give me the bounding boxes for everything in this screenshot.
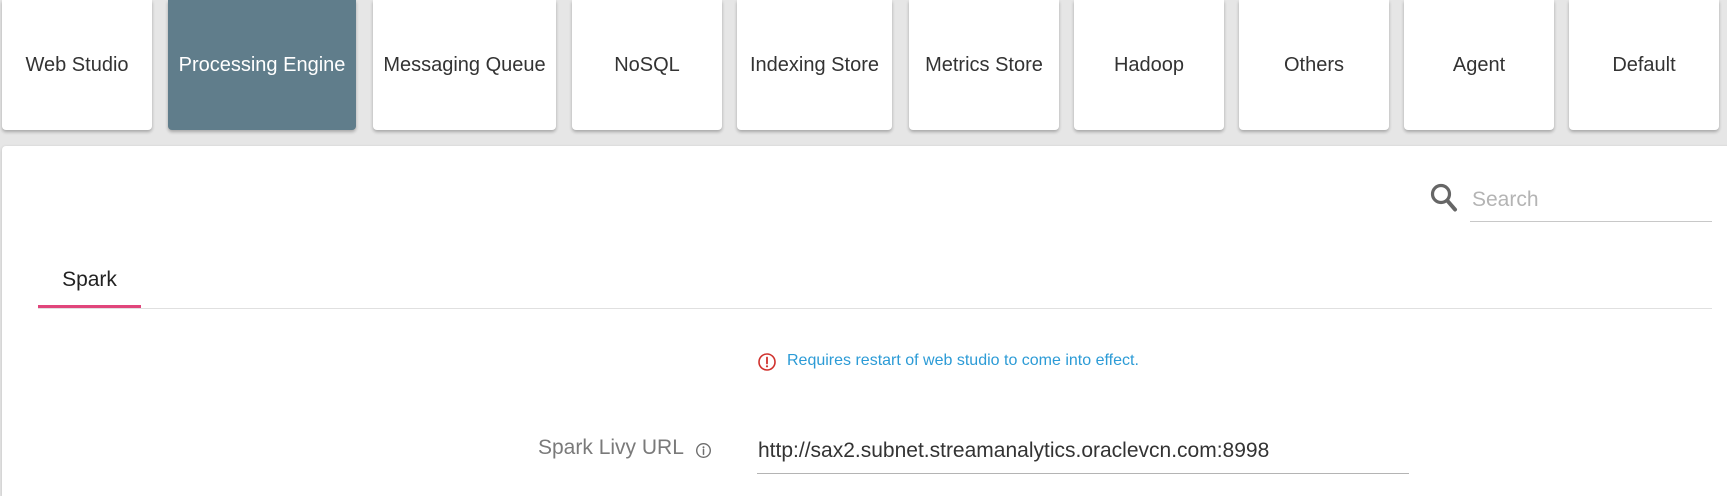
tab-spark[interactable]: Spark — [38, 252, 141, 308]
tile-label: Default — [1612, 53, 1676, 76]
tile-label: Indexing Store — [750, 53, 879, 76]
tile-label: Metrics Store — [925, 53, 1043, 76]
tile-label: Messaging Queue — [383, 53, 546, 76]
tile-label: NoSQL — [614, 53, 680, 76]
category-tiles: Web Studio Processing Engine Messaging Q… — [0, 0, 1727, 138]
tile-label: Hadoop — [1113, 53, 1185, 76]
tile-hadoop[interactable]: Hadoop — [1074, 0, 1224, 130]
tile-agent[interactable]: Agent — [1404, 0, 1554, 130]
tile-indexing-store[interactable]: Indexing Store — [737, 0, 892, 130]
tile-processing-engine[interactable]: Processing Engine — [168, 0, 356, 130]
info-circle-icon — [757, 352, 777, 372]
tile-messaging-queue[interactable]: Messaging Queue — [373, 0, 556, 130]
tile-others[interactable]: Others — [1239, 0, 1389, 130]
tile-web-studio[interactable]: Web Studio — [2, 0, 152, 130]
tab-label: Spark — [62, 268, 117, 291]
tile-nosql[interactable]: NoSQL — [572, 0, 722, 130]
search-icon[interactable] — [1429, 181, 1459, 215]
tile-label: Processing Engine — [178, 53, 346, 76]
tile-label: Web Studio — [25, 53, 129, 76]
info-icon[interactable] — [695, 442, 712, 459]
spark-livy-url-label: Spark Livy URL — [538, 436, 684, 459]
tile-label: Agent — [1452, 53, 1506, 76]
tile-label: Others — [1283, 53, 1345, 76]
tabs-divider — [38, 308, 1712, 309]
tile-metrics-store[interactable]: Metrics Store — [909, 0, 1059, 130]
tile-default[interactable]: Default — [1569, 0, 1719, 130]
spark-livy-url-input[interactable] — [757, 428, 1409, 474]
restart-notice: Requires restart of web studio to come i… — [787, 352, 1139, 369]
search-input[interactable] — [1470, 178, 1712, 222]
